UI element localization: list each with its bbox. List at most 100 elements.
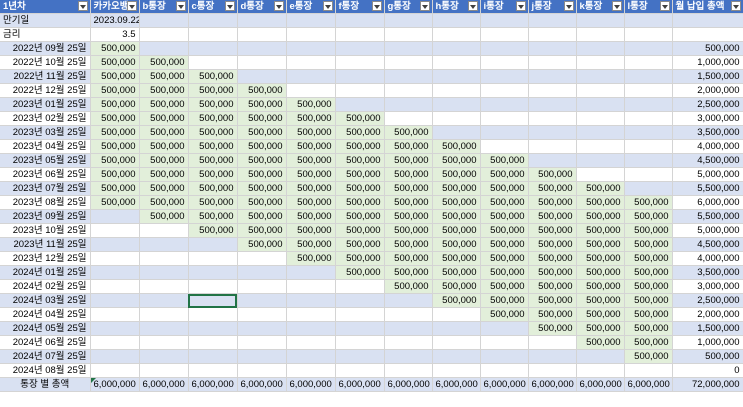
empty-cell[interactable] [528,111,577,126]
empty-cell[interactable] [286,69,336,84]
column-header[interactable]: c통장 [188,0,238,14]
empty-cell[interactable] [528,69,577,84]
monthly-total-cell[interactable]: 0 [672,363,743,378]
empty-cell[interactable] [384,83,433,98]
deposit-cell[interactable]: 500,000 [237,181,287,196]
column-header[interactable]: f통장 [335,0,385,14]
account-total-cell[interactable]: 6,000,000 [624,377,673,392]
empty-cell[interactable] [528,97,577,112]
monthly-total-cell[interactable]: 4,500,000 [672,237,743,252]
empty-cell[interactable] [286,265,336,280]
deposit-cell[interactable]: 500,000 [384,223,433,238]
empty-cell[interactable] [139,293,189,308]
monthly-total-cell[interactable]: 4,000,000 [672,139,743,154]
empty-cell[interactable] [384,293,433,308]
account-total-cell[interactable]: 6,000,000 [90,377,140,392]
empty-cell[interactable] [286,363,336,378]
deposit-cell[interactable]: 500,000 [286,167,336,182]
deposit-cell[interactable]: 500,000 [624,279,673,294]
deposit-cell[interactable]: 500,000 [188,223,238,238]
deposit-cell[interactable]: 500,000 [432,167,481,182]
empty-cell[interactable] [576,97,625,112]
deposit-cell[interactable]: 500,000 [528,223,577,238]
empty-cell[interactable] [432,321,481,336]
empty-cell[interactable] [286,55,336,70]
info-label-cell[interactable]: 금리 [0,27,91,42]
empty-cell[interactable] [576,41,625,56]
deposit-cell[interactable]: 500,000 [139,83,189,98]
date-cell[interactable]: 2022년 09월 25일 [0,41,91,56]
empty-cell[interactable] [576,153,625,168]
deposit-cell[interactable]: 500,000 [432,223,481,238]
empty-cell[interactable] [432,335,481,350]
empty-cell[interactable] [432,307,481,322]
empty-cell[interactable] [480,139,529,154]
empty-cell[interactable] [624,153,673,168]
empty-cell[interactable] [384,97,433,112]
deposit-cell[interactable]: 500,000 [90,139,140,154]
deposit-cell[interactable]: 500,000 [237,125,287,140]
deposit-cell[interactable]: 500,000 [576,209,625,224]
empty-cell[interactable] [139,279,189,294]
date-cell[interactable]: 2024년 05월 25일 [0,321,91,336]
empty-cell[interactable] [480,125,529,140]
empty-cell[interactable] [624,111,673,126]
empty-cell[interactable] [90,321,140,336]
deposit-cell[interactable]: 500,000 [188,153,238,168]
empty-cell[interactable] [286,279,336,294]
empty-cell[interactable] [432,69,481,84]
date-cell[interactable]: 2023년 10월 25일 [0,223,91,238]
deposit-cell[interactable]: 500,000 [286,237,336,252]
selected-cell[interactable] [188,293,238,308]
deposit-cell[interactable]: 500,000 [528,279,577,294]
deposit-cell[interactable]: 500,000 [480,195,529,210]
date-cell[interactable]: 2023년 09월 25일 [0,209,91,224]
monthly-total-cell[interactable]: 1,000,000 [672,55,743,70]
info-label-cell[interactable]: 만기일 [0,13,91,28]
empty-cell[interactable] [188,27,238,42]
column-header[interactable]: h통장 [432,0,481,14]
date-cell[interactable]: 2023년 11월 25일 [0,237,91,252]
empty-cell[interactable] [335,279,385,294]
info-value-cell[interactable]: 3.5 [90,27,140,42]
empty-cell[interactable] [480,55,529,70]
empty-cell[interactable] [139,41,189,56]
deposit-cell[interactable]: 500,000 [576,251,625,266]
monthly-total-cell[interactable]: 5,500,000 [672,181,743,196]
empty-cell[interactable] [335,293,385,308]
empty-cell[interactable] [188,237,238,252]
deposit-cell[interactable]: 500,000 [335,139,385,154]
deposit-cell[interactable]: 500,000 [90,55,140,70]
empty-cell[interactable] [480,321,529,336]
date-cell[interactable]: 2024년 03월 25일 [0,293,91,308]
filter-dropdown-icon[interactable] [659,1,670,11]
empty-cell[interactable] [286,13,336,28]
empty-cell[interactable] [384,363,433,378]
deposit-cell[interactable]: 500,000 [139,69,189,84]
empty-cell[interactable] [576,83,625,98]
deposit-cell[interactable]: 500,000 [624,293,673,308]
empty-cell[interactable] [335,83,385,98]
deposit-cell[interactable]: 500,000 [139,153,189,168]
empty-cell[interactable] [286,27,336,42]
empty-cell[interactable] [139,13,189,28]
deposit-cell[interactable]: 500,000 [237,223,287,238]
empty-cell[interactable] [237,69,287,84]
deposit-cell[interactable]: 500,000 [90,97,140,112]
empty-cell[interactable] [576,363,625,378]
deposit-cell[interactable]: 500,000 [286,97,336,112]
column-header[interactable]: e통장 [286,0,336,14]
empty-cell[interactable] [188,321,238,336]
date-cell[interactable]: 2024년 02월 25일 [0,279,91,294]
deposit-cell[interactable]: 500,000 [432,251,481,266]
filter-dropdown-icon[interactable] [467,1,478,11]
deposit-cell[interactable]: 500,000 [384,251,433,266]
date-cell[interactable]: 2024년 06월 25일 [0,335,91,350]
empty-cell[interactable] [624,363,673,378]
deposit-cell[interactable]: 500,000 [384,153,433,168]
deposit-cell[interactable]: 500,000 [624,237,673,252]
column-header[interactable]: j통장 [528,0,577,14]
deposit-cell[interactable]: 500,000 [528,293,577,308]
deposit-cell[interactable]: 500,000 [286,111,336,126]
date-cell[interactable]: 2023년 02월 25일 [0,111,91,126]
